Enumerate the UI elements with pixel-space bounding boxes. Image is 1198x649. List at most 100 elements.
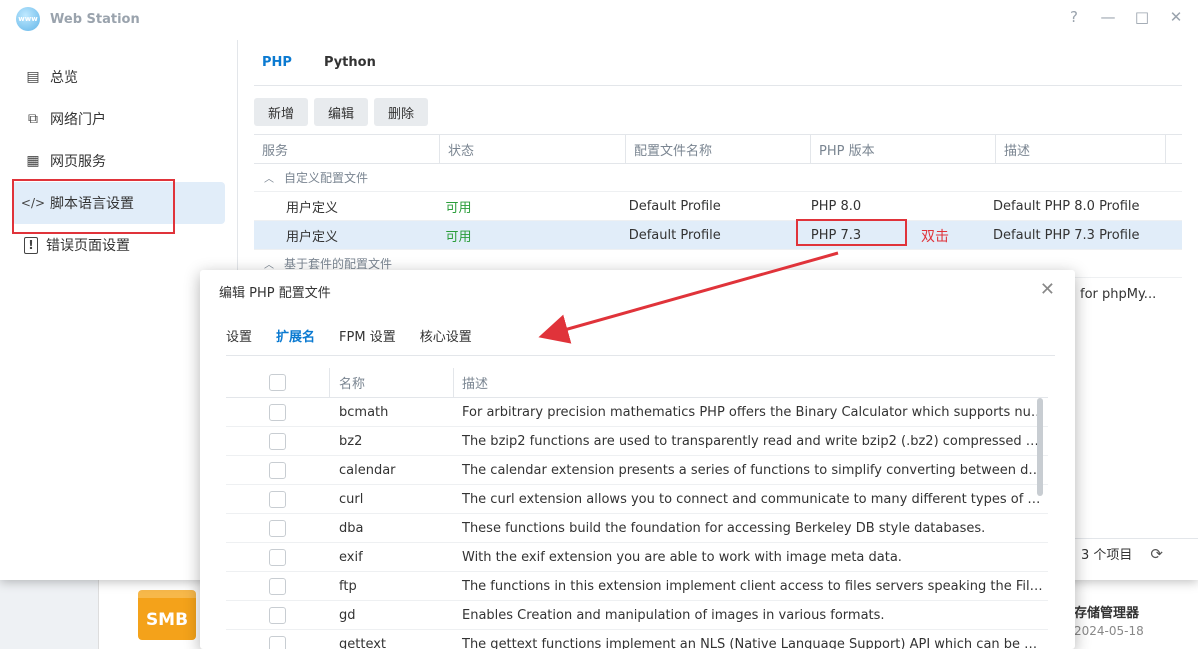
extension-checkbox[interactable] [269, 461, 286, 479]
app-icon-text: www [18, 15, 38, 23]
sidebar-item-overview[interactable]: ▤ 总览 [12, 56, 225, 98]
cell-service: 用户定义 [286, 229, 339, 245]
checkbox-cell [226, 635, 330, 649]
scrollbar[interactable] [1037, 398, 1045, 498]
smb-folder-icon[interactable]: SMB [138, 590, 196, 640]
sidebar-item-web-service[interactable]: ▦ 网页服务 [12, 140, 225, 182]
table-row[interactable]: calendar The calendar extension presents … [226, 456, 1048, 485]
extension-name: ftp [339, 578, 357, 594]
sidebar-item-label: 错误页面设置 [46, 238, 130, 254]
extension-checkbox[interactable] [269, 577, 286, 595]
extension-name: calendar [339, 462, 396, 478]
tab-core-settings[interactable]: 核心设置 [420, 326, 472, 355]
table-row[interactable]: ftp The functions in this extension imple… [226, 572, 1048, 601]
extension-checkbox[interactable] [269, 548, 286, 566]
extension-name: dba [339, 520, 364, 536]
checkbox-cell [226, 461, 330, 479]
table-row[interactable]: bz2 The bzip2 functions are used to trans… [226, 427, 1048, 456]
table-row[interactable]: exif With the exif extension you are able… [226, 543, 1048, 572]
select-all-checkbox[interactable] [269, 374, 286, 391]
tab-extensions[interactable]: 扩展名 [276, 326, 315, 355]
extension-desc: These functions build the foundation for… [462, 520, 986, 536]
header-name[interactable]: 名称 [330, 367, 454, 398]
grid-header: 服务 状态 配置文件名称 PHP 版本 描述 [254, 134, 1182, 164]
extension-desc: With the exif extension you are able to … [462, 549, 902, 565]
table-row[interactable]: 用户定义 可用 Default Profile PHP 7.3 Default … [254, 221, 1182, 250]
help-icon[interactable]: ? [1066, 8, 1082, 26]
table-row[interactable]: dba These functions build the foundation … [226, 514, 1048, 543]
checkbox-cell [226, 577, 330, 595]
window-title: Web Station [50, 11, 140, 27]
checkbox-cell [226, 606, 330, 624]
header-php-version[interactable]: PHP 版本 [811, 134, 996, 164]
extensions-table: 名称 描述 bcmath For arbitrary precision math… [226, 367, 1048, 649]
extension-checkbox[interactable] [269, 403, 286, 421]
language-tabs: PHP Python [254, 40, 1182, 86]
row-desc-peek: for phpMy... [1080, 287, 1157, 302]
table-row[interactable]: gd Enables Creation and manipulation of i… [226, 601, 1048, 630]
close-icon[interactable]: ✕ [1168, 8, 1184, 26]
extension-desc: The bzip2 functions are used to transpar… [462, 433, 1044, 449]
delete-button[interactable]: 删除 [374, 98, 429, 126]
cell-service: 用户定义 [286, 200, 339, 216]
header-service[interactable]: 服务 [254, 134, 440, 164]
dialog-tabs: 设置 扩展名 FPM 设置 核心设置 [226, 326, 1055, 356]
sidebar-item-label: 网络门户 [50, 112, 106, 128]
refresh-icon[interactable]: ⟳ [1150, 545, 1163, 563]
item-count: 3 个项目 [1081, 548, 1133, 563]
dialog-title: 编辑 PHP 配置文件 [219, 286, 331, 301]
header-profile-name[interactable]: 配置文件名称 [626, 134, 811, 164]
extension-name: bz2 [339, 433, 363, 449]
header-checkbox-cell [226, 367, 330, 398]
cell-desc: Default PHP 7.3 Profile [993, 227, 1140, 243]
checkbox-cell [226, 403, 330, 421]
tab-settings[interactable]: 设置 [226, 326, 252, 355]
grid-footer: 3 个项目 ⟳ [1068, 538, 1198, 568]
extension-name: gd [339, 607, 356, 623]
extension-checkbox[interactable] [269, 519, 286, 537]
extension-desc: The calendar extension presents a series… [462, 462, 1044, 478]
title-bar: www Web Station [0, 0, 1198, 38]
profile-grid: 服务 状态 配置文件名称 PHP 版本 描述 ︿ 自定义配置文件 用户定义 可用… [254, 134, 1182, 278]
header-status[interactable]: 状态 [440, 134, 626, 164]
cell-profile: Default Profile [628, 198, 721, 214]
extension-checkbox[interactable] [269, 432, 286, 450]
edit-php-profile-dialog: 编辑 PHP 配置文件 ✕ 设置 扩展名 FPM 设置 核心设置 名称 描述 b… [200, 270, 1075, 649]
scrollbar-thumb[interactable] [1037, 398, 1043, 496]
extension-checkbox[interactable] [269, 490, 286, 508]
table-row[interactable]: 用户定义 可用 Default Profile PHP 8.0 Default … [254, 192, 1182, 221]
annotation-highlight-version [796, 219, 907, 246]
web-station-app-icon: www [16, 7, 40, 31]
cell-desc: Default PHP 8.0 Profile [993, 198, 1140, 214]
extension-checkbox[interactable] [269, 606, 286, 624]
extension-desc: The gettext functions implement an NLS (… [462, 636, 1044, 649]
minimize-icon[interactable]: — [1100, 8, 1116, 26]
extension-desc: The curl extension allows you to connect… [462, 491, 1044, 507]
table-row[interactable]: curl The curl extension allows you to con… [226, 485, 1048, 514]
tab-php[interactable]: PHP [254, 40, 292, 86]
group-header-custom[interactable]: ︿ 自定义配置文件 [254, 164, 1182, 192]
table-row[interactable]: bcmath For arbitrary precision mathematic… [226, 398, 1048, 427]
tab-python[interactable]: Python [316, 40, 376, 86]
extension-desc: The functions in this extension implemen… [462, 578, 1044, 594]
extension-name: gettext [339, 636, 387, 649]
extension-name: bcmath [339, 404, 389, 420]
sidebar-item-label: 网页服务 [50, 154, 106, 170]
extension-checkbox[interactable] [269, 635, 286, 649]
toolbar: 新增 编辑 删除 [254, 98, 1182, 126]
close-icon[interactable]: ✕ [1040, 279, 1055, 300]
maximize-icon[interactable]: □ [1134, 8, 1150, 26]
tab-fpm-settings[interactable]: FPM 设置 [339, 326, 396, 355]
sidebar-item-web-portal[interactable]: ⧉ 网络门户 [12, 98, 225, 140]
add-button[interactable]: 新增 [254, 98, 309, 126]
table-row[interactable]: gettext The gettext functions implement a… [226, 630, 1048, 649]
header-desc[interactable]: 描述 [454, 373, 1044, 392]
edit-button[interactable]: 编辑 [314, 98, 369, 126]
extension-name: curl [339, 491, 364, 507]
sidebar-item-label: 总览 [50, 70, 78, 86]
cell-status: 可用 [445, 229, 472, 245]
chevron-up-icon: ︿ [264, 174, 274, 185]
chevron-up-icon: ︿ [264, 260, 274, 271]
header-description[interactable]: 描述 [996, 134, 1166, 164]
web-service-icon: ▦ [26, 153, 40, 169]
